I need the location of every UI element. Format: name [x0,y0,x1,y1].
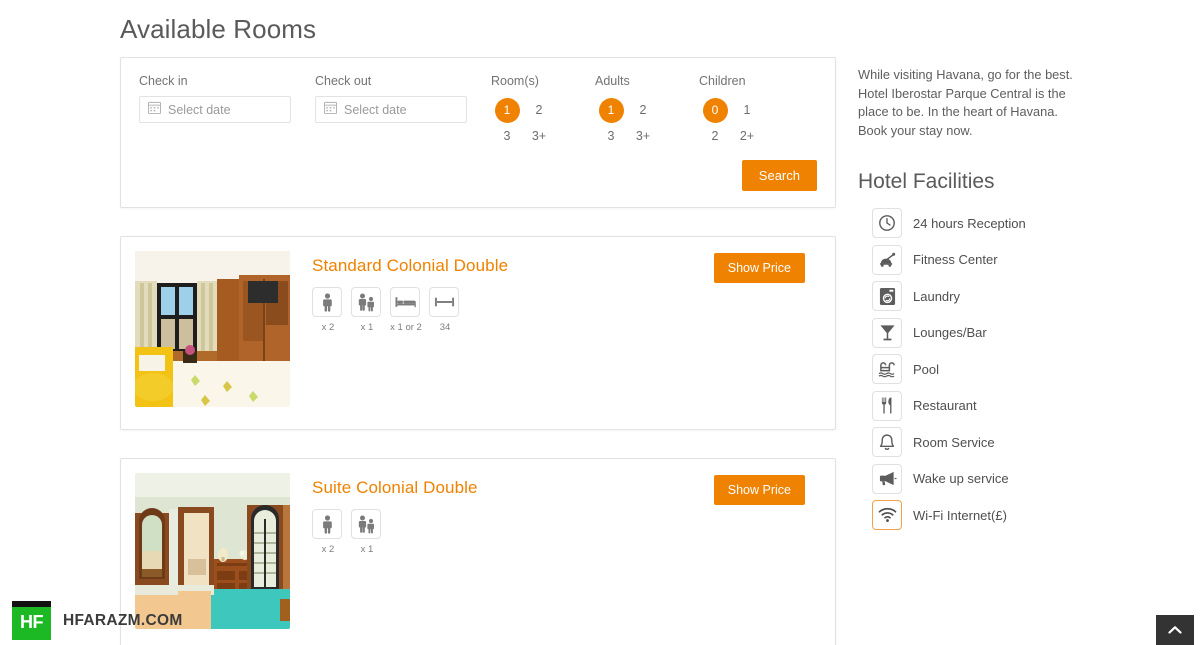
adult-icon [312,287,342,317]
room-card: Suite Colonial Double x 2 x 1 Show Price [120,458,836,645]
show-price-button[interactable]: Show Price [713,475,805,505]
hotel-booking-page: Available Rooms Check in Select date Che… [0,0,1200,645]
children-label: Children [699,74,746,88]
amenity: x 2 [312,509,344,555]
room-thumbnail[interactable] [135,251,290,407]
facilities-list: 24 hours Reception Fitness Center Laundr… [858,208,1108,530]
room-card: Standard Colonial Double x 2 x 1 x 1 or … [120,236,836,430]
adults-option-4[interactable]: 3+ [631,124,656,149]
amenity-caption: x 1 or 2 [390,322,422,333]
search-button[interactable]: Search [741,160,817,191]
amenity: x 1 [351,509,383,555]
facility-label: Wake up service [913,471,1009,486]
rooms-option-1[interactable]: 1 [494,97,520,123]
facility-label: Fitness Center [913,252,998,267]
amenity-caption: x 1 [360,544,374,555]
wifi-icon [872,500,902,530]
calendar-icon [324,101,337,119]
facility-item-reception: 24 hours Reception [872,208,1108,238]
amenity: x 1 [351,287,383,333]
megaphone-icon [872,463,902,494]
adults-selector: Adults 1 2 3 3+ [595,74,681,148]
hotel-intro-text: While visiting Havana, go for the best. … [858,67,1073,138]
checkin-label: Check in [139,74,188,88]
children-option-1[interactable]: 0 [702,97,728,123]
bell-icon [872,427,902,457]
checkout-label: Check out [315,74,372,88]
adults-option-3[interactable]: 3 [599,124,624,149]
clock-icon [872,208,902,238]
watermark: HF HFARAZM.COM [12,601,183,640]
bed-icon [390,287,420,317]
watermark-site-text: HFARAZM.COM [63,611,183,629]
fitness-icon [872,244,902,275]
restaurant-icon [872,390,902,421]
facility-item-laundry: Laundry [872,281,1108,311]
checkin-placeholder: Select date [168,102,231,117]
family-icon [351,287,381,317]
facilities-title: Hotel Facilities [858,170,995,193]
facility-item-fitness: Fitness Center [872,244,1108,275]
hfarazm-logo: HF [12,601,51,640]
room-size-icon [429,287,459,317]
page-title: Available Rooms [120,14,317,44]
facility-label: Pool [913,361,940,377]
facility-label: Room Service [913,434,995,450]
facility-label: 24 hours Reception [913,215,1026,231]
laundry-icon [872,281,902,311]
facility-label: Restaurant [913,398,977,413]
facility-item-bar: Lounges/Bar [872,317,1108,348]
facility-label: Laundry [913,288,960,304]
adults-option-2[interactable]: 2 [631,98,656,123]
facility-item-restaurant: Restaurant [872,390,1108,421]
calendar-icon [148,101,161,119]
chevron-up-icon [1168,623,1182,638]
cocktail-icon [872,317,902,348]
amenity-caption: x 2 [321,322,335,333]
amenity-caption: x 2 [321,544,335,555]
facility-item-wake-up: Wake up service [872,463,1108,494]
checkout-input[interactable]: Select date [315,96,467,123]
children-selector: Children 0 1 2 2+ [699,74,779,148]
children-option-3[interactable]: 2 [703,124,728,149]
amenity-caption: x 1 [360,322,374,333]
facility-label: Lounges/Bar [913,325,987,340]
room-amenities: x 2 x 1 x 1 or 2 34 [312,287,821,333]
children-option-2[interactable]: 1 [735,98,760,123]
checkin-field: Check in Select date [139,74,291,123]
facility-item-pool: Pool [872,354,1108,384]
adults-option-1[interactable]: 1 [598,97,624,123]
adult-icon [312,509,342,539]
amenity: x 1 or 2 [390,287,422,333]
facility-item-wifi: Wi-Fi Internet(£) [872,500,1108,530]
facility-item-room-service: Room Service [872,427,1108,457]
children-option-4[interactable]: 2+ [735,124,760,149]
pool-icon [872,354,902,384]
family-icon [351,509,381,539]
main-content: Available Rooms Check in Select date Che… [120,0,836,645]
amenity: 34 [429,287,461,333]
amenity-caption: 34 [439,322,451,333]
amenity: x 2 [312,287,344,333]
rooms-option-4[interactable]: 3+ [527,124,552,149]
rooms-selector: Room(s) 1 2 3 3+ [491,74,577,148]
logo-text: HF [20,612,44,632]
checkout-field: Check out Select date [315,74,467,123]
checkout-placeholder: Select date [344,102,407,117]
scroll-to-top-button[interactable] [1156,615,1194,645]
search-panel: Check in Select date Check out Select da… [120,57,836,208]
rooms-option-3[interactable]: 3 [495,124,520,149]
sidebar: While visiting Havana, go for the best. … [858,66,1108,530]
show-price-button[interactable]: Show Price [713,253,805,283]
facility-label: Wi-Fi Internet(£) [913,507,1007,523]
rooms-option-2[interactable]: 2 [527,98,552,123]
checkin-input[interactable]: Select date [139,96,291,123]
rooms-label: Room(s) [491,74,539,88]
adults-label: Adults [595,74,630,88]
room-amenities: x 2 x 1 [312,509,821,555]
